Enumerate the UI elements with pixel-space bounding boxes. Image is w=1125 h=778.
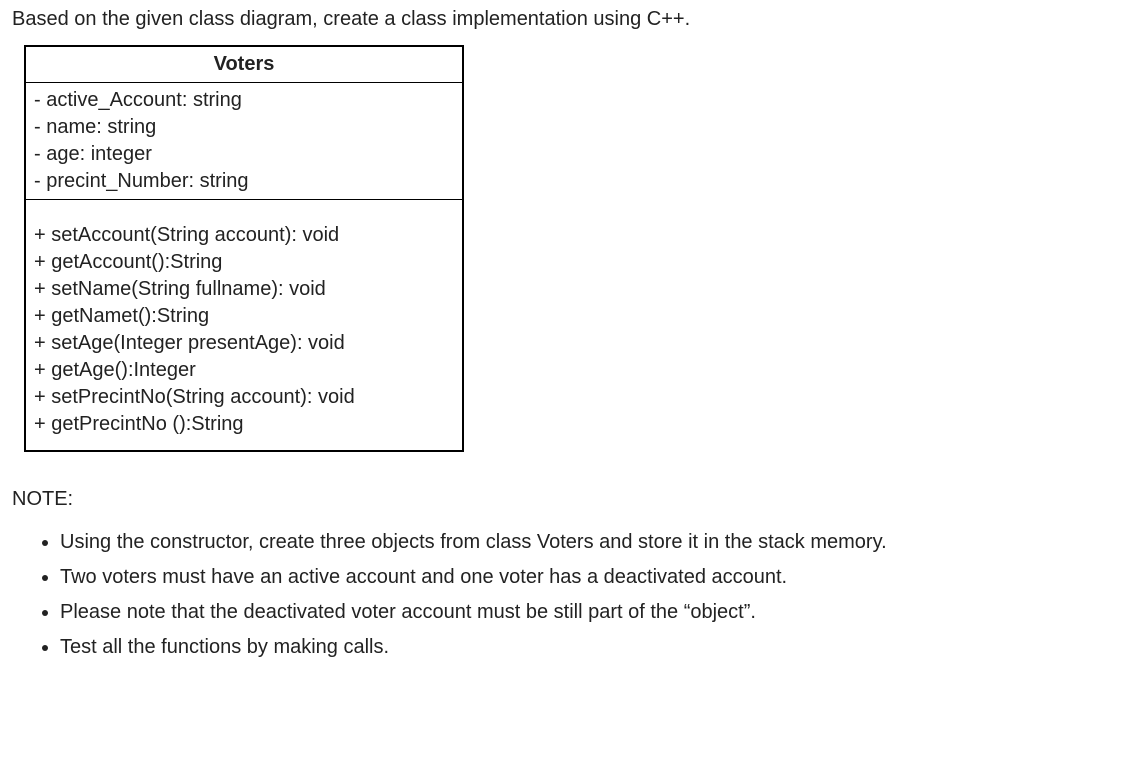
uml-attributes-section: - active_Account: string - name: string … xyxy=(25,83,463,200)
uml-class-diagram: Voters - active_Account: string - name: … xyxy=(24,45,464,452)
uml-method: + getAge():Integer xyxy=(34,357,454,384)
instruction-text: Based on the given class diagram, create… xyxy=(12,8,1113,31)
uml-attribute: - active_Account: string xyxy=(34,87,454,114)
note-heading: NOTE: xyxy=(12,488,1113,511)
uml-method: + setAge(Integer presentAge): void xyxy=(34,330,454,357)
uml-attribute: - age: integer xyxy=(34,141,454,168)
list-item: Test all the functions by making calls. xyxy=(60,636,1113,659)
uml-method: + setAccount(String account): void xyxy=(34,222,454,249)
uml-method: + getNamet():String xyxy=(34,303,454,330)
note-list: Using the constructor, create three obje… xyxy=(40,531,1113,659)
uml-attribute: - name: string xyxy=(34,114,454,141)
list-item: Two voters must have an active account a… xyxy=(60,566,1113,589)
uml-methods-section: + setAccount(String account): void + get… xyxy=(25,200,463,452)
uml-method: + setPrecintNo(String account): void xyxy=(34,384,454,411)
list-item: Please note that the deactivated voter a… xyxy=(60,601,1113,624)
uml-method: + setName(String fullname): void xyxy=(34,276,454,303)
list-item: Using the constructor, create three obje… xyxy=(60,531,1113,554)
uml-method: + getPrecintNo ():String xyxy=(34,411,454,438)
uml-attribute: - precint_Number: string xyxy=(34,168,454,195)
uml-method: + getAccount():String xyxy=(34,249,454,276)
uml-class-name: Voters xyxy=(25,46,463,83)
